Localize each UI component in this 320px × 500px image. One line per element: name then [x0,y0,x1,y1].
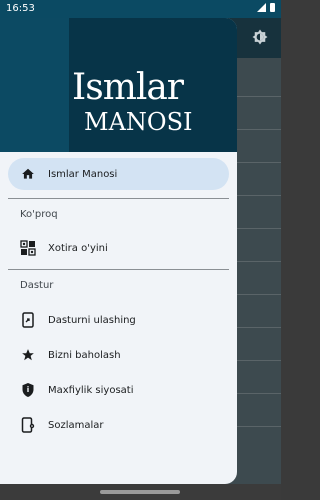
section-title-app: Dastur [20,280,54,291]
menu-item-memory-game[interactable]: Xotira o'yini [8,232,229,264]
drawer-header: Ismlar MANOSI [0,18,237,152]
list-divider [237,393,281,394]
system-navigation-bar [0,484,281,500]
list-divider [237,162,281,163]
home-gesture-pill[interactable] [100,490,180,494]
menu-item-label: Dasturni ulashing [48,314,136,326]
menu-item-label: Sozlamalar [48,419,104,431]
list-divider [237,261,281,262]
navigation-drawer: Ismlar MANOSI Ismlar Manosi Ko'proq Xoti… [0,18,237,484]
menu-item-home[interactable]: Ismlar Manosi [8,158,229,190]
app-list [237,96,281,459]
menu-item-privacy[interactable]: Maxfiylik siyosati [8,374,229,406]
battery-icon [270,3,275,12]
star-icon [20,347,36,363]
settings-icon [20,417,36,433]
divider [8,269,229,270]
list-divider [237,129,281,130]
menu-item-label: Xotira o'yini [48,242,108,254]
status-icons [257,3,275,12]
divider [8,198,229,199]
shield-icon [20,382,36,398]
menu-item-label: Bizni baholash [48,349,121,361]
logo-subtext: MANOSI [84,108,193,136]
share-icon [20,312,36,328]
list-divider [237,294,281,295]
list-divider [237,360,281,361]
menu-item-share[interactable]: Dasturni ulashing [8,304,229,336]
status-bar: 16:53 [0,0,281,18]
list-divider [237,426,281,427]
list-divider [237,96,281,97]
menu-item-rate[interactable]: Bizni baholash [8,339,229,371]
logo-text: Ismlar [72,67,184,108]
menu-item-label: Ismlar Manosi [48,168,118,180]
menu-item-label: Maxfiylik siyosati [48,384,134,396]
section-title-more: Ko'proq [20,209,58,220]
status-time: 16:53 [6,3,35,14]
list-divider [237,195,281,196]
home-icon [20,166,36,182]
signal-icon [257,3,266,12]
memory-game-icon [20,240,36,256]
list-divider [237,327,281,328]
brightness-icon[interactable] [251,28,269,46]
menu-item-settings[interactable]: Sozlamalar [8,409,229,441]
list-divider [237,228,281,229]
